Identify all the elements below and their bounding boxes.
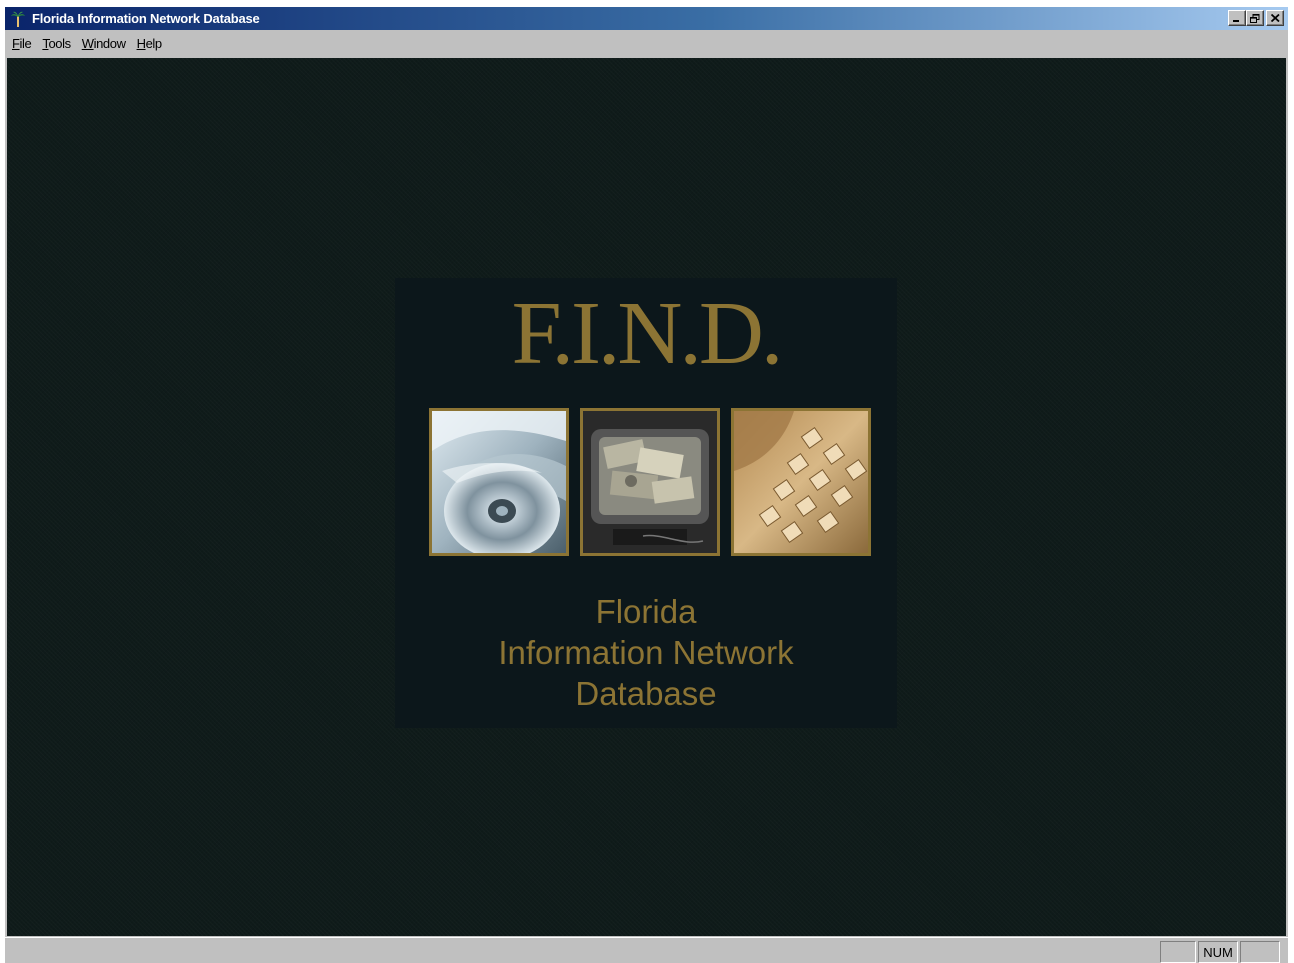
window-controls [1228,10,1284,26]
status-scroll-indicator [1240,941,1280,963]
menu-file[interactable]: File [8,36,38,51]
menu-help[interactable]: Help [133,36,169,51]
window-title: Florida Information Network Database [32,11,260,26]
status-num-indicator: NUM [1198,941,1238,963]
menu-file-label: ile [19,36,32,51]
minimize-icon [1233,20,1239,22]
menu-help-mnemonic: H [136,36,146,51]
menu-help-label: elp [145,36,163,51]
menu-tools-label: ools [48,36,71,51]
menu-bar: File Tools Window Help [5,30,1288,57]
splash-subtitle: Florida Information Network Database [395,591,897,714]
maximize-button[interactable] [1246,10,1264,26]
mdi-client-area: F.I.N.D. Florida Information Network Dat… [7,58,1286,936]
menu-window[interactable]: Window [78,36,133,51]
subtitle-line-1: Florida [595,593,697,630]
application-window: Florida Information Network Database Fil… [5,7,1288,963]
find-logo-title: F.I.N.D. [511,284,784,383]
status-bar: NUM [5,937,1288,963]
close-button[interactable] [1266,10,1284,26]
subtitle-line-2: Information Network [498,634,794,671]
keyboard-photo [731,408,871,556]
status-caps-indicator [1160,941,1196,963]
close-icon [1270,14,1280,22]
menu-tools[interactable]: Tools [38,36,77,51]
monitor-money-photo [580,408,720,556]
title-bar[interactable]: Florida Information Network Database [5,7,1288,30]
restore-icon [1250,13,1260,23]
menu-window-label: indow [93,36,126,51]
cd-disc-photo [429,408,569,556]
splash-panel: F.I.N.D. Florida Information Network Dat… [395,278,897,728]
menu-window-mnemonic: W [81,36,94,51]
palm-tree-icon[interactable] [10,11,26,27]
menu-file-mnemonic: F [12,36,20,51]
subtitle-line-3: Database [575,675,717,712]
minimize-button[interactable] [1228,10,1246,26]
